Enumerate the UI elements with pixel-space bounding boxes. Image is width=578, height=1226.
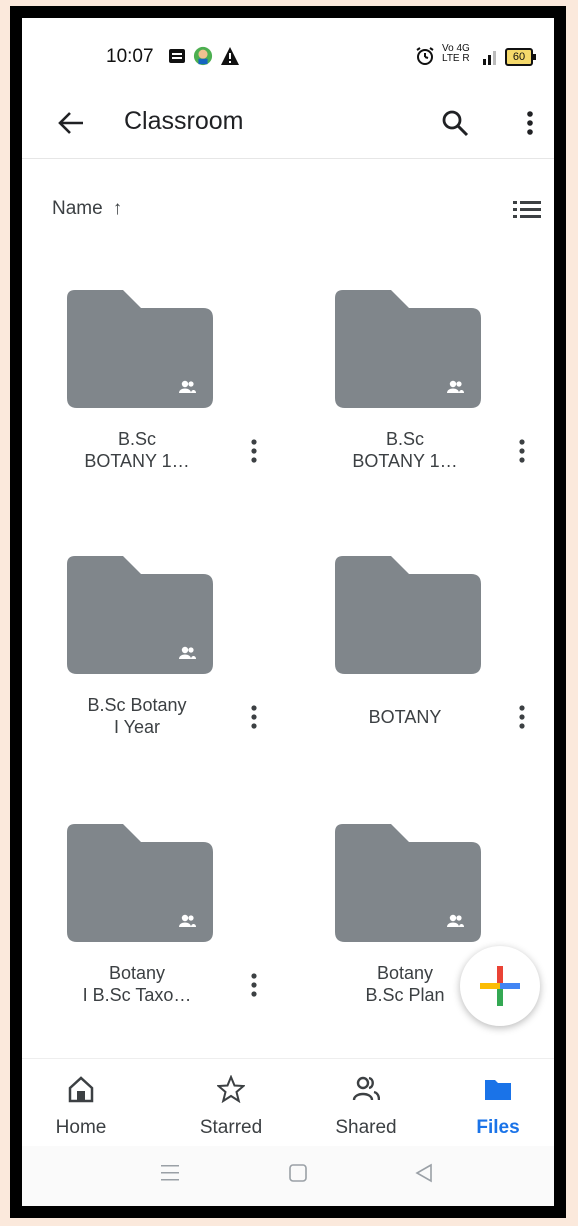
- nav-shared[interactable]: Shared: [311, 1059, 421, 1147]
- signal-icon: [483, 51, 496, 65]
- folder-icon: [335, 556, 481, 674]
- app-bar: Classroom: [22, 96, 554, 159]
- list-view-icon[interactable]: [512, 198, 542, 222]
- back-button-icon[interactable]: [414, 1162, 434, 1184]
- folder-tile[interactable]: Botany I B.Sc Taxo…: [22, 824, 272, 1074]
- folder-name-line-2: BOTANY 1…: [84, 451, 190, 471]
- app-avatar-icon: [193, 46, 213, 66]
- notification-icon: [169, 49, 185, 63]
- folder-icon: [67, 290, 213, 408]
- back-arrow-icon[interactable]: [56, 108, 86, 138]
- folder-name: B.Sc Botany I Year: [42, 694, 232, 738]
- alarm-icon: [416, 47, 434, 65]
- home-button-icon[interactable]: [288, 1162, 308, 1184]
- new-button[interactable]: [460, 946, 540, 1026]
- folder-name: BOTANY: [310, 706, 500, 728]
- folder-tile[interactable]: B.Sc BOTANY 1…: [290, 290, 540, 540]
- folder-name-line-1: BOTANY: [368, 707, 442, 727]
- folder-name-line-1: B.Sc: [385, 429, 424, 449]
- bottom-navigation: Home Starred Shared Files: [22, 1058, 554, 1147]
- nav-files[interactable]: Files: [443, 1059, 553, 1147]
- folder-more-icon[interactable]: [512, 702, 532, 732]
- network-indicator: Vo 4G LTE R: [442, 43, 470, 64]
- folder-icon: [67, 556, 213, 674]
- folder-more-icon[interactable]: [244, 970, 264, 1000]
- screen: 10:07 Vo 4G LTE R 60 Classroom Name ↑ B.…: [22, 18, 554, 1206]
- folder-name-line-1: B.Sc Botany: [87, 695, 187, 715]
- status-bar: 10:07 Vo 4G LTE R 60: [22, 18, 554, 96]
- warning-icon: [221, 47, 239, 65]
- folder-icon: [335, 824, 481, 942]
- folder-name: B.Sc BOTANY 1…: [42, 428, 232, 472]
- folder-more-icon[interactable]: [512, 436, 532, 466]
- nav-starred-label: Starred: [199, 1117, 263, 1138]
- folder-name-line-1: Botany: [108, 963, 166, 983]
- nav-home-label: Home: [55, 1117, 107, 1138]
- status-time: 10:07: [106, 46, 154, 67]
- system-navigation: [22, 1146, 554, 1206]
- folder-name-line-2: I B.Sc Taxo…: [82, 985, 192, 1005]
- recents-icon[interactable]: [160, 1162, 180, 1184]
- folder-name: Botany I B.Sc Taxo…: [42, 962, 232, 1006]
- people-icon: [352, 1076, 380, 1101]
- folder-icon: [67, 824, 213, 942]
- sort-control[interactable]: Name ↑: [52, 198, 122, 220]
- folder-name-line-1: B.Sc: [117, 429, 156, 449]
- folder-icon: [335, 290, 481, 408]
- folder-name-line-2: I Year: [113, 717, 161, 737]
- folder-more-icon[interactable]: [244, 436, 264, 466]
- folder-tile[interactable]: B.Sc Botany I Year: [22, 556, 272, 806]
- battery-icon: 60: [505, 48, 536, 66]
- folder-tile[interactable]: B.Sc BOTANY 1…: [22, 290, 272, 540]
- folder-more-icon[interactable]: [244, 702, 264, 732]
- nav-home[interactable]: Home: [26, 1059, 136, 1147]
- sort-direction-icon: ↑: [112, 198, 123, 219]
- folder-name-line-2: BOTANY 1…: [352, 451, 458, 471]
- plus-icon: [480, 966, 520, 1006]
- home-icon: [68, 1076, 94, 1103]
- nav-shared-label: Shared: [335, 1117, 397, 1138]
- nav-files-label: Files: [476, 1117, 520, 1138]
- star-icon: [217, 1075, 245, 1103]
- sort-label: Name: [52, 198, 103, 219]
- page-title: Classroom: [124, 107, 244, 135]
- folder-name: B.Sc BOTANY 1…: [310, 428, 500, 472]
- search-icon[interactable]: [440, 108, 470, 138]
- nav-starred[interactable]: Starred: [176, 1059, 286, 1147]
- folder-icon: [485, 1080, 511, 1100]
- folder-tile[interactable]: BOTANY: [290, 556, 540, 806]
- more-vert-icon[interactable]: [518, 108, 542, 138]
